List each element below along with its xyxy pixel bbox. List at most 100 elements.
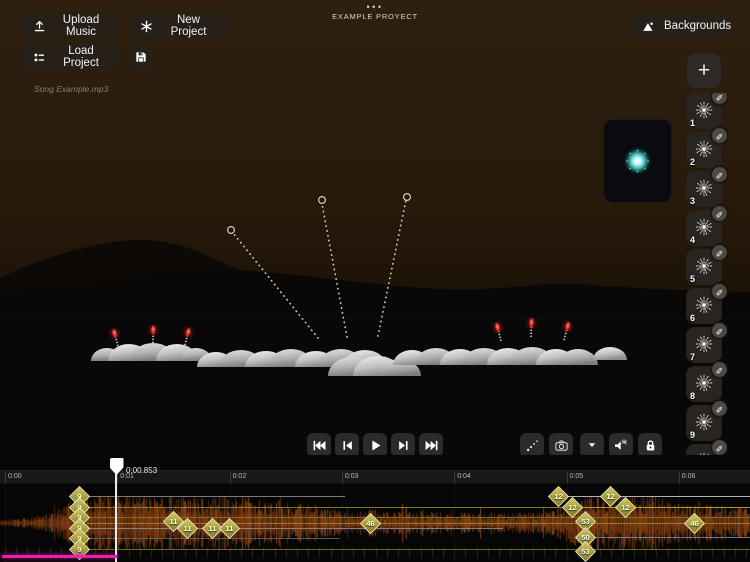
firework-burst-icon bbox=[693, 177, 715, 199]
cue-lane-line bbox=[558, 496, 750, 497]
effect-slot[interactable]: 6 ✎ bbox=[686, 288, 722, 324]
cue-lane-line bbox=[585, 537, 750, 538]
trajectory-toggle-button[interactable] bbox=[520, 433, 544, 457]
effect-slot[interactable]: 4 ✎ bbox=[686, 210, 722, 246]
edit-pencil-icon[interactable]: ✎ bbox=[712, 440, 727, 455]
effect-slot-number: 8 bbox=[690, 391, 695, 401]
save-project-button[interactable] bbox=[129, 44, 153, 70]
firework-burst-icon bbox=[693, 372, 715, 394]
effect-preview-thumbnail[interactable] bbox=[603, 119, 672, 203]
effect-slot[interactable]: 9 ✎ bbox=[686, 405, 722, 441]
playhead-line bbox=[115, 460, 117, 562]
backgrounds-button[interactable]: Backgrounds bbox=[630, 13, 729, 39]
firework-sound-button[interactable] bbox=[609, 433, 633, 457]
cue-marker[interactable]: 11 bbox=[176, 517, 197, 538]
scene-ground bbox=[0, 300, 750, 455]
view-dropdown-button[interactable] bbox=[580, 433, 604, 457]
edit-pencil-icon[interactable]: ✎ bbox=[712, 206, 727, 221]
effect-slot-number: 6 bbox=[690, 313, 695, 323]
ruler-tick bbox=[679, 471, 680, 483]
skip-start-icon bbox=[312, 438, 327, 453]
effect-slot[interactable]: 1 ✎ bbox=[686, 93, 722, 129]
effect-slot-number: 2 bbox=[690, 157, 695, 167]
firework-sound-icon bbox=[613, 437, 629, 453]
new-project-button[interactable]: New Project bbox=[129, 13, 227, 39]
lock-button[interactable] bbox=[638, 433, 662, 457]
firework-burst-icon bbox=[693, 411, 715, 433]
play-icon bbox=[368, 438, 383, 453]
selection-progress-bar bbox=[2, 555, 117, 558]
skip-to-start-button[interactable] bbox=[307, 433, 331, 457]
effect-slot-number: 5 bbox=[690, 274, 695, 284]
step-forward-icon bbox=[396, 438, 411, 453]
effect-slot-number: 4 bbox=[690, 235, 695, 245]
mountain-icon bbox=[641, 19, 656, 34]
cue-marker[interactable]: 46 bbox=[683, 512, 704, 533]
lock-icon bbox=[643, 438, 658, 453]
cue-marker[interactable]: 53 bbox=[574, 540, 595, 561]
effect-slot-number: 3 bbox=[690, 196, 695, 206]
playhead-time-label: 0:00.853 bbox=[126, 466, 157, 475]
edit-pencil-icon[interactable]: ✎ bbox=[712, 362, 727, 377]
ruler-tick bbox=[567, 471, 568, 483]
cue-marker[interactable]: 11 bbox=[218, 517, 239, 538]
backgrounds-label: Backgrounds bbox=[664, 20, 731, 32]
step-forward-button[interactable] bbox=[391, 433, 415, 457]
effect-slot[interactable]: 5 ✎ bbox=[686, 249, 722, 285]
effect-slot[interactable]: 8 ✎ bbox=[686, 366, 722, 402]
cue-marker[interactable]: 12 bbox=[614, 496, 635, 517]
ruler-label: 0:05 bbox=[570, 473, 584, 480]
edit-pencil-icon[interactable]: ✎ bbox=[712, 401, 727, 416]
edit-pencil-icon[interactable]: ✎ bbox=[712, 284, 727, 299]
trajectory-dots-icon bbox=[525, 438, 540, 453]
camera-button[interactable] bbox=[549, 433, 573, 457]
ruler-tick bbox=[454, 471, 455, 483]
play-button[interactable] bbox=[363, 433, 387, 457]
fireworks-show-designer-app: ••• EXAMPLE PROYECT Upload Music New Pro… bbox=[0, 0, 750, 562]
edit-pencil-icon[interactable]: ✎ bbox=[712, 93, 727, 104]
effect-slot-number: 7 bbox=[690, 352, 695, 362]
effect-slot-number: 1 bbox=[690, 118, 695, 128]
cyan-firework-burst bbox=[604, 120, 671, 202]
list-icon bbox=[33, 51, 46, 64]
firework-burst-icon bbox=[693, 294, 715, 316]
effect-slot[interactable]: 3 ✎ bbox=[686, 171, 722, 207]
load-project-label: Load Project bbox=[54, 45, 108, 69]
camera-icon bbox=[554, 438, 569, 453]
ruler-label: 0:02 bbox=[233, 473, 247, 480]
cue-lane-line bbox=[87, 538, 340, 539]
edit-pencil-icon[interactable]: ✎ bbox=[712, 167, 727, 182]
ruler-label: 0:00 bbox=[8, 473, 22, 480]
upload-music-label: Upload Music bbox=[54, 14, 108, 38]
time-ruler[interactable]: 0:000:010:020:030:040:050:06 bbox=[0, 470, 750, 484]
effects-sidebar: 1 ✎ 2 ✎ 3 ✎ 4 ✎ 5 ✎ 6 ✎ bbox=[686, 93, 730, 455]
effect-slot[interactable]: ✎ bbox=[686, 444, 722, 455]
asterisk-icon bbox=[140, 20, 153, 33]
skip-to-end-button[interactable] bbox=[419, 433, 443, 457]
ruler-label: 0:03 bbox=[345, 473, 359, 480]
effect-slot[interactable]: 2 ✎ bbox=[686, 132, 722, 168]
add-effect-button[interactable]: + bbox=[687, 54, 721, 88]
upload-music-button[interactable]: Upload Music bbox=[22, 13, 119, 39]
firework-burst-icon bbox=[693, 255, 715, 277]
cue-marker[interactable]: 46 bbox=[359, 512, 380, 533]
edit-pencil-icon[interactable]: ✎ bbox=[712, 245, 727, 260]
load-project-button[interactable]: Load Project bbox=[22, 44, 119, 70]
upload-icon bbox=[33, 20, 46, 33]
chevron-down-icon bbox=[585, 438, 599, 452]
edit-pencil-icon[interactable]: ✎ bbox=[712, 323, 727, 338]
ruler-tick bbox=[230, 471, 231, 483]
ruler-label: 0:04 bbox=[457, 473, 471, 480]
effect-slot[interactable]: 7 ✎ bbox=[686, 327, 722, 363]
ruler-tick bbox=[5, 471, 6, 483]
timeline-panel[interactable]: 0:000:010:020:030:040:050:06 99999911111… bbox=[0, 455, 750, 562]
step-back-icon bbox=[340, 438, 355, 453]
firework-burst-icon bbox=[693, 333, 715, 355]
ruler-tick bbox=[342, 471, 343, 483]
effect-slot-number: 9 bbox=[690, 430, 695, 440]
step-back-button[interactable] bbox=[335, 433, 359, 457]
save-floppy-icon bbox=[134, 50, 148, 64]
new-project-label: New Project bbox=[161, 14, 216, 38]
project-menu-dots[interactable]: ••• bbox=[0, 3, 750, 11]
edit-pencil-icon[interactable]: ✎ bbox=[712, 128, 727, 143]
